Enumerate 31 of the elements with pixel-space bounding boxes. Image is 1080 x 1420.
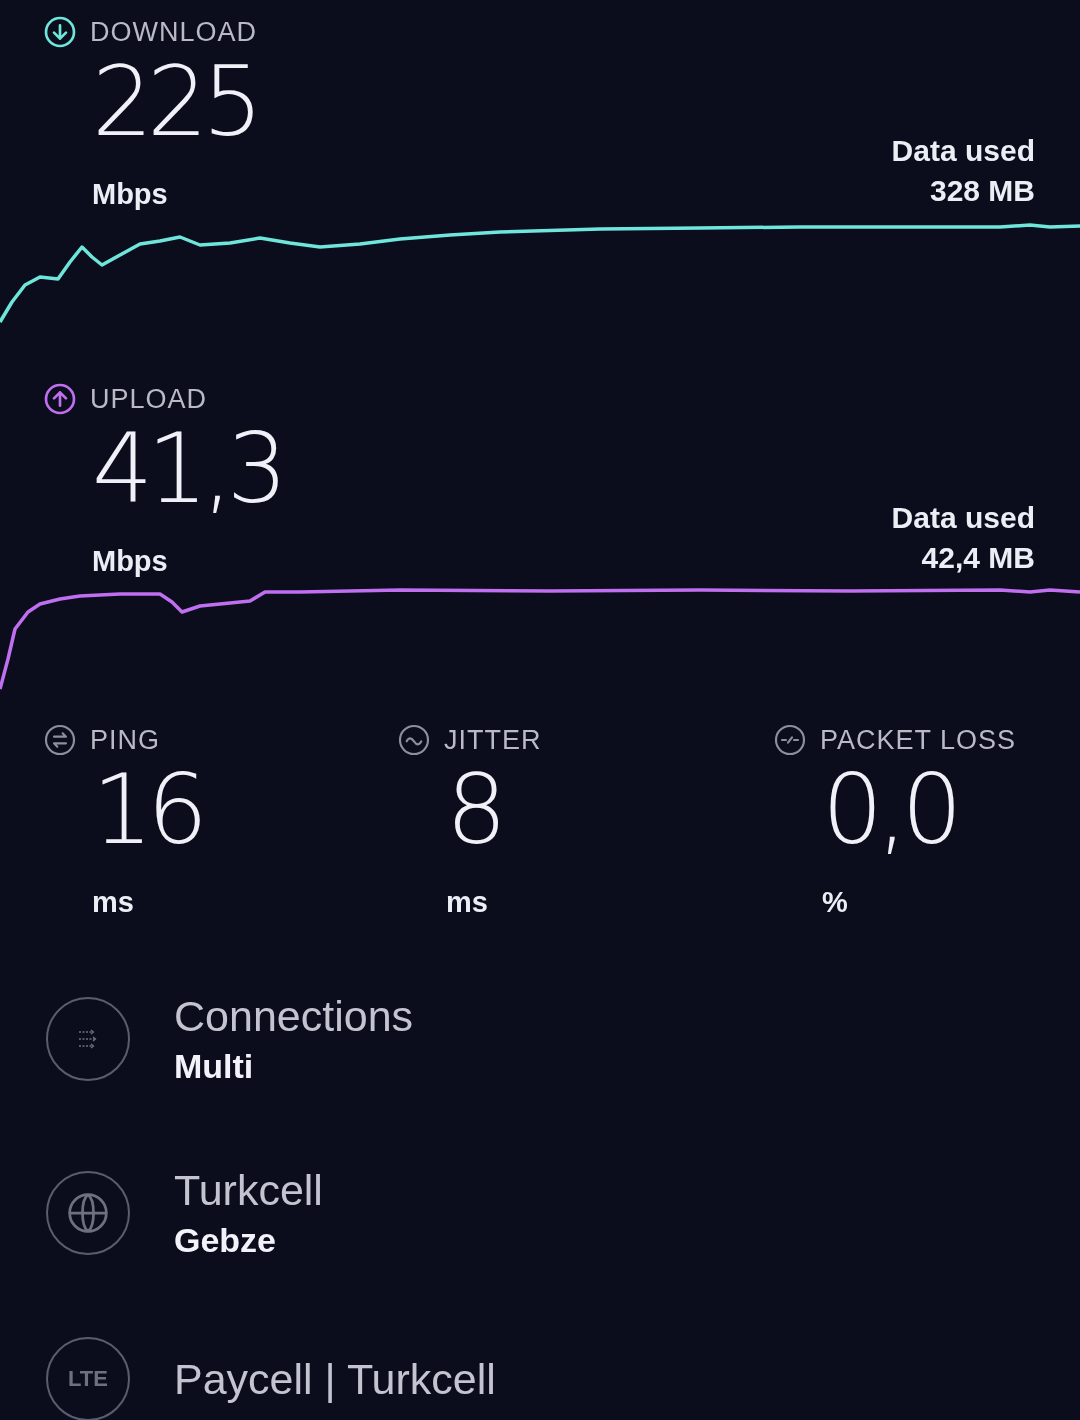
detail-title: Connections <box>174 991 414 1042</box>
detail-title: Turkcell <box>174 1165 323 1216</box>
metric-label: PING <box>90 724 160 756</box>
upload-icon <box>44 383 76 415</box>
globe-icon <box>66 1191 110 1235</box>
speed-unit: Mbps <box>92 178 169 211</box>
metric-unit: % <box>822 886 849 919</box>
speed-label: UPLOAD <box>90 383 208 415</box>
data-used-label: Data used <box>891 500 1035 536</box>
data-used-value: 42,4 MB <box>921 540 1035 576</box>
network-type-label: LTE <box>68 1366 108 1392</box>
detail-value: Multi <box>174 1046 255 1087</box>
download-icon <box>44 16 76 48</box>
metric-unit: ms <box>446 886 489 919</box>
metric-label: PACKET LOSS <box>820 724 1017 756</box>
metric-value: 16 <box>92 756 204 864</box>
metric-unit: ms <box>92 886 135 919</box>
data-used-value: 328 MB <box>929 173 1035 209</box>
detail-title: Paycell | Turkcell <box>174 1354 496 1405</box>
arrows-icon <box>77 1028 99 1050</box>
metric-value: 0,0 <box>822 756 958 864</box>
data-used-label: Data used <box>891 133 1035 169</box>
wave-icon <box>398 724 430 756</box>
detail-value: Gebze <box>174 1220 278 1261</box>
speed-label: DOWNLOAD <box>90 16 257 48</box>
speed-value: 225 <box>92 48 258 156</box>
speed-value: 41,3 <box>92 415 282 523</box>
metric-value: 8 <box>446 756 503 864</box>
speed-unit: Mbps <box>92 545 169 578</box>
metric-label: JITTER <box>444 724 542 756</box>
arrows-icon <box>44 724 76 756</box>
